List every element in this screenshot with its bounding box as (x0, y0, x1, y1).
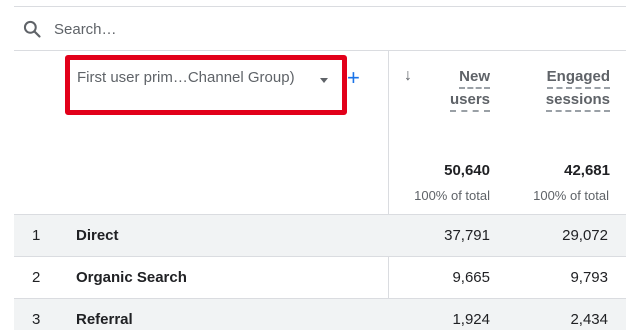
row-new-users: 37,791 (444, 227, 490, 244)
row-channel-name: Organic Search (76, 269, 187, 286)
row-index: 3 (32, 311, 41, 328)
search-divider (14, 50, 626, 51)
add-dimension-button[interactable]: + (347, 66, 360, 90)
dimension-select-label: First user prim…Channel Group) (77, 69, 295, 86)
row-engaged-sessions: 29,072 (562, 227, 608, 244)
row-index: 2 (32, 269, 41, 286)
column-header-engaged-sessions[interactable]: Engaged sessions (520, 66, 610, 112)
row-index: 1 (32, 227, 41, 244)
sort-descending-icon[interactable]: ↓ (404, 67, 412, 85)
search-input[interactable] (54, 18, 574, 40)
column-header-engaged-sessions-line2: sessions (545, 90, 610, 112)
column-header-new-users[interactable]: New users (420, 66, 490, 112)
row-new-users: 1,924 (452, 311, 490, 328)
table-row[interactable]: 3 Referral 1,924 2,434 (14, 299, 626, 330)
row-new-users: 9,665 (452, 269, 490, 286)
total-new-users: 50,640 (444, 162, 490, 179)
caret-down-icon[interactable] (320, 78, 328, 83)
top-divider (14, 6, 626, 7)
column-header-new-users-line2: users (449, 90, 490, 112)
table-row[interactable]: 2 Organic Search 9,665 9,793 (14, 257, 626, 299)
row-engaged-sessions: 9,793 (570, 269, 608, 286)
total-engaged-sessions-percent: 100% of total (533, 188, 609, 203)
row-channel-name: Referral (76, 311, 133, 328)
dimension-select[interactable]: First user prim…Channel Group) (77, 69, 337, 93)
total-new-users-percent: 100% of total (414, 188, 490, 203)
column-header-engaged-sessions-line1: Engaged (546, 67, 610, 89)
search-icon[interactable] (22, 19, 42, 39)
row-engaged-sessions: 2,434 (570, 311, 608, 328)
table-row[interactable]: 1 Direct 37,791 29,072 (14, 215, 626, 257)
column-header-new-users-line1: New (459, 67, 490, 89)
total-engaged-sessions: 42,681 (564, 162, 610, 179)
row-channel-name: Direct (76, 227, 119, 244)
